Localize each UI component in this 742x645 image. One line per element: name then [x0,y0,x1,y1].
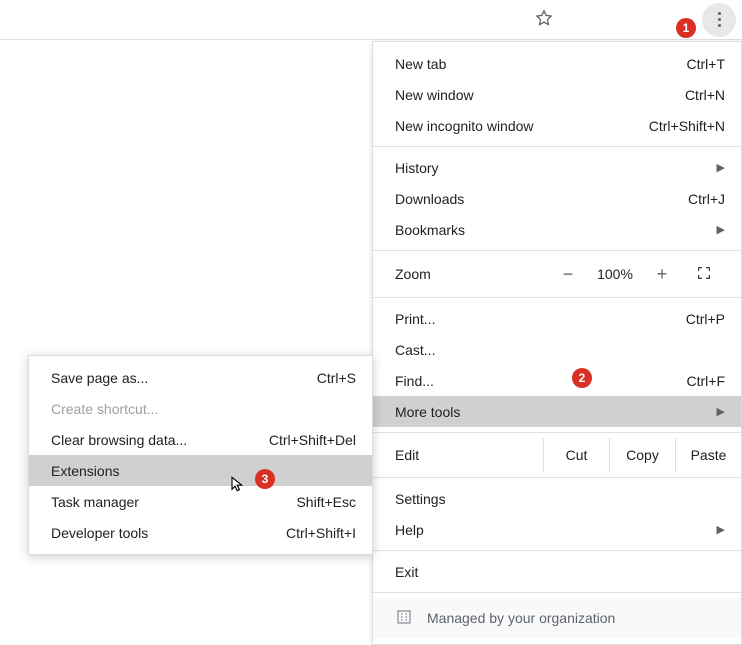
submenu-extensions[interactable]: Extensions [29,455,372,486]
fullscreen-icon [696,265,712,284]
menu-label: New tab [395,56,687,72]
browser-toolbar [0,0,742,40]
menu-shortcut: Ctrl+S [317,370,356,386]
menu-edit-row: Edit Cut Copy Paste [373,438,741,472]
menu-more-tools[interactable]: More tools ▶ [373,396,741,427]
menu-cast[interactable]: Cast... [373,334,741,365]
zoom-out-button[interactable]: − [547,264,589,285]
menu-label: Extensions [51,463,356,479]
menu-find[interactable]: Find... Ctrl+F [373,365,741,396]
menu-shortcut: Ctrl+Shift+N [649,118,725,134]
menu-label: Save page as... [51,370,317,386]
menu-label: Clear browsing data... [51,432,269,448]
menu-shortcut: Ctrl+T [687,56,726,72]
chrome-menu: New tab Ctrl+T New window Ctrl+N New inc… [372,41,742,645]
menu-settings[interactable]: Settings [373,483,741,514]
menu-shortcut: Ctrl+P [686,311,725,327]
menu-label: New incognito window [395,118,649,134]
bookmark-star-button[interactable] [526,2,562,38]
menu-label: History [395,160,709,176]
mouse-cursor-icon [229,475,247,496]
fullscreen-button[interactable] [683,265,725,284]
paste-button[interactable]: Paste [675,438,741,472]
chevron-right-icon: ▶ [717,223,725,236]
chrome-menu-button[interactable] [702,3,736,37]
copy-button[interactable]: Copy [609,438,675,472]
menu-label: Exit [395,564,725,580]
menu-shortcut: Ctrl+Shift+Del [269,432,356,448]
menu-label: Task manager [51,494,296,510]
menu-label: Bookmarks [395,222,709,238]
zoom-value: 100% [589,266,641,282]
menu-separator [373,250,741,251]
menu-shortcut: Ctrl+F [687,373,726,389]
menu-print[interactable]: Print... Ctrl+P [373,303,741,334]
menu-downloads[interactable]: Downloads Ctrl+J [373,183,741,214]
menu-label: Create shortcut... [51,401,356,417]
step-badge-3: 3 [255,469,275,489]
menu-shortcut: Ctrl+Shift+I [286,525,356,541]
menu-shortcut: Shift+Esc [296,494,356,510]
submenu-save-page[interactable]: Save page as... Ctrl+S [29,362,372,393]
submenu-create-shortcut: Create shortcut... [29,393,372,424]
managed-label: Managed by your organization [427,610,615,626]
menu-separator [373,477,741,478]
menu-new-tab[interactable]: New tab Ctrl+T [373,48,741,79]
building-icon [395,608,413,629]
menu-zoom-row: Zoom − 100% + [373,256,741,292]
menu-separator [373,550,741,551]
menu-separator [373,146,741,147]
menu-label: Cast... [395,342,725,358]
menu-separator [373,592,741,593]
chevron-right-icon: ▶ [717,161,725,174]
submenu-clear-browsing-data[interactable]: Clear browsing data... Ctrl+Shift+Del [29,424,372,455]
menu-label: Find... [395,373,687,389]
menu-exit[interactable]: Exit [373,556,741,587]
menu-history[interactable]: History ▶ [373,152,741,183]
menu-label: Developer tools [51,525,286,541]
menu-help[interactable]: Help ▶ [373,514,741,545]
vertical-dots-icon [718,12,721,27]
menu-separator [373,432,741,433]
more-tools-submenu: Save page as... Ctrl+S Create shortcut..… [28,355,373,555]
menu-new-window[interactable]: New window Ctrl+N [373,79,741,110]
zoom-label: Zoom [395,266,547,282]
menu-label: Help [395,522,709,538]
menu-label: Settings [395,491,725,507]
menu-label: Downloads [395,191,688,207]
menu-bookmarks[interactable]: Bookmarks ▶ [373,214,741,245]
menu-shortcut: Ctrl+J [688,191,725,207]
menu-label: New window [395,87,685,103]
chevron-right-icon: ▶ [717,523,725,536]
submenu-task-manager[interactable]: Task manager Shift+Esc [29,486,372,517]
menu-label: More tools [395,404,709,420]
managed-by-org[interactable]: Managed by your organization [373,598,741,638]
menu-separator [373,297,741,298]
menu-shortcut: Ctrl+N [685,87,725,103]
star-icon [534,8,554,31]
chevron-right-icon: ▶ [717,405,725,418]
submenu-developer-tools[interactable]: Developer tools Ctrl+Shift+I [29,517,372,548]
step-badge-2: 2 [572,368,592,388]
cut-button[interactable]: Cut [543,438,609,472]
edit-label: Edit [373,447,543,463]
step-badge-1: 1 [676,18,696,38]
menu-new-incognito[interactable]: New incognito window Ctrl+Shift+N [373,110,741,141]
zoom-in-button[interactable]: + [641,264,683,285]
menu-label: Print... [395,311,686,327]
